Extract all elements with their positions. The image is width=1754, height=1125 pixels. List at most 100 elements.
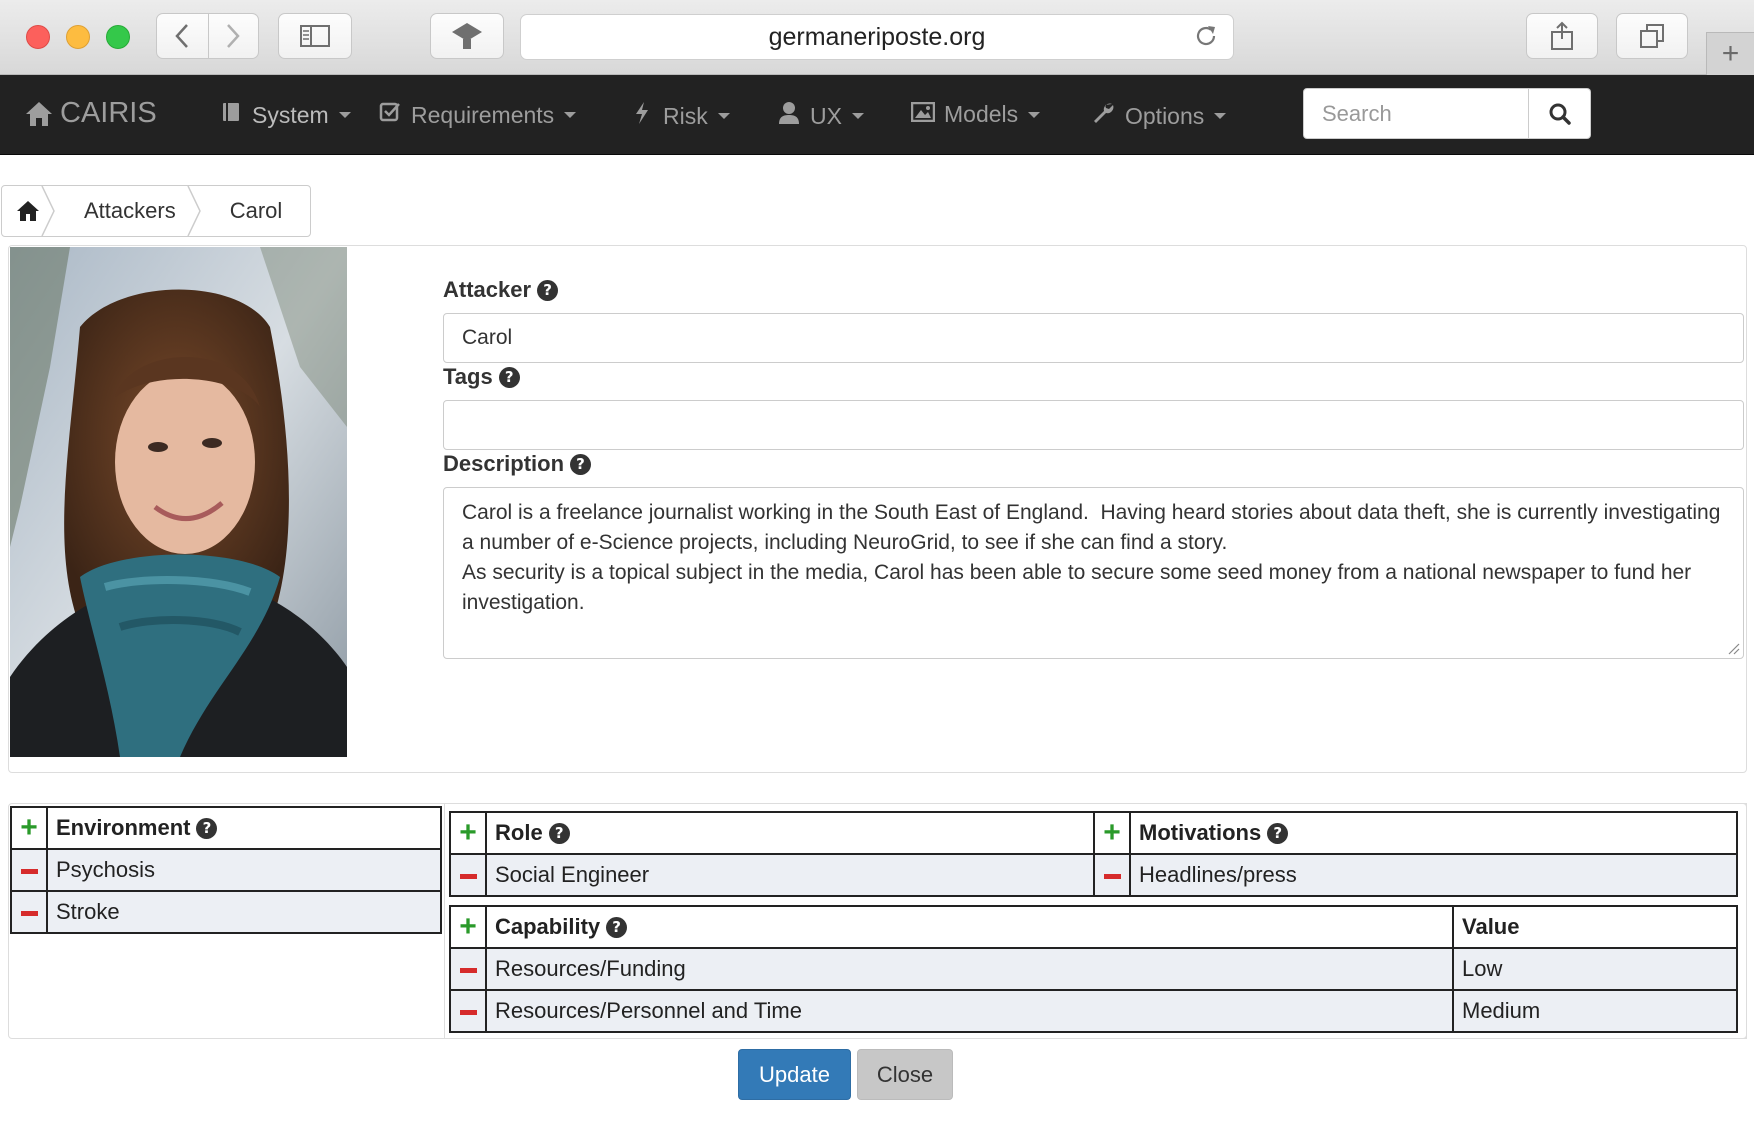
forward-button[interactable] bbox=[207, 14, 259, 58]
help-icon[interactable]: ? bbox=[537, 279, 559, 301]
sidebar-icon bbox=[300, 25, 330, 47]
chevron-down-icon bbox=[564, 112, 577, 118]
update-button[interactable]: Update bbox=[738, 1049, 851, 1100]
table-row[interactable]: Stroke bbox=[10, 890, 442, 934]
tabs-icon bbox=[1640, 24, 1664, 48]
extension-icon bbox=[452, 23, 482, 49]
resize-handle-icon[interactable] bbox=[1728, 643, 1740, 655]
attacker-photo[interactable] bbox=[10, 247, 347, 757]
help-icon[interactable]: ? bbox=[570, 453, 592, 475]
search-input[interactable] bbox=[1303, 88, 1529, 139]
add-motivation-button[interactable]: + bbox=[1093, 811, 1131, 855]
address-bar[interactable]: germaneriposte.org bbox=[520, 14, 1234, 60]
nav-options-label: Options bbox=[1125, 102, 1205, 129]
zoom-window-button[interactable] bbox=[106, 25, 130, 49]
search-icon bbox=[1549, 103, 1571, 125]
chevron-down-icon bbox=[1214, 113, 1227, 119]
breadcrumb-attackers-label: Attackers bbox=[84, 198, 176, 223]
minimize-window-button[interactable] bbox=[66, 25, 90, 49]
capability-table: + Capability? Value Resources/Funding Lo… bbox=[449, 905, 1738, 1033]
remove-capability-button[interactable] bbox=[449, 989, 487, 1033]
table-header: + Role? bbox=[449, 811, 1095, 855]
breadcrumb-attackers[interactable]: Attackers bbox=[54, 186, 201, 236]
motivations-table: + Motivations? Headlines/press bbox=[1093, 811, 1738, 897]
attacker-label: Attacker ? bbox=[443, 277, 559, 303]
role-header: Role? bbox=[485, 811, 1095, 855]
chevron-down-icon bbox=[1028, 111, 1041, 118]
table-row[interactable]: Headlines/press bbox=[1093, 853, 1738, 897]
tabs-overview-button[interactable] bbox=[1616, 13, 1688, 59]
nav-models-label: Models bbox=[944, 101, 1019, 127]
table-row[interactable]: Psychosis bbox=[10, 848, 442, 892]
attacker-name-input[interactable] bbox=[443, 313, 1744, 363]
add-capability-button[interactable]: + bbox=[449, 905, 487, 949]
environment-name[interactable]: Psychosis bbox=[46, 848, 442, 892]
remove-environment-button[interactable] bbox=[10, 890, 48, 934]
nav-risk[interactable]: Risk bbox=[629, 101, 730, 131]
share-button[interactable] bbox=[1526, 13, 1598, 59]
help-icon[interactable]: ? bbox=[1267, 822, 1289, 844]
back-button[interactable] bbox=[157, 14, 208, 58]
chevron-down-icon bbox=[717, 113, 730, 119]
chevron-down-icon bbox=[338, 112, 351, 118]
nav-models[interactable]: Models bbox=[910, 101, 1041, 128]
search-button[interactable] bbox=[1529, 88, 1591, 139]
close-window-button[interactable] bbox=[26, 25, 50, 49]
plus-icon: + bbox=[20, 811, 38, 844]
remove-role-button[interactable] bbox=[449, 853, 487, 897]
breadcrumb-home[interactable] bbox=[2, 186, 55, 236]
nav-requirements[interactable]: Requirements bbox=[377, 101, 577, 129]
description-textarea[interactable]: Carol is a freelance journalist working … bbox=[443, 487, 1744, 659]
nav-ux-label: UX bbox=[810, 102, 842, 129]
table-row[interactable]: Resources/Personnel and Time Medium bbox=[449, 989, 1738, 1033]
environment-table: + Environment? Psychosis Stroke bbox=[10, 806, 442, 934]
capability-name[interactable]: Resources/Personnel and Time bbox=[485, 989, 1454, 1033]
capability-value[interactable]: Medium bbox=[1452, 989, 1738, 1033]
extension-button[interactable] bbox=[430, 13, 504, 59]
environment-name[interactable]: Stroke bbox=[46, 890, 442, 934]
minus-icon bbox=[1103, 873, 1121, 879]
breadcrumb-current-label: Carol bbox=[229, 198, 283, 223]
table-header: + Environment? bbox=[10, 806, 442, 850]
back-icon bbox=[175, 24, 189, 48]
check-square-icon bbox=[377, 101, 403, 129]
help-icon[interactable]: ? bbox=[196, 817, 218, 839]
minus-icon bbox=[459, 967, 477, 973]
role-table: + Role? Social Engineer bbox=[449, 811, 1095, 897]
nav-requirements-label: Requirements bbox=[411, 101, 555, 128]
brand-link[interactable]: CAIRIS bbox=[24, 97, 157, 130]
nav-options[interactable]: Options bbox=[1091, 101, 1227, 131]
capability-name[interactable]: Resources/Funding bbox=[485, 947, 1454, 991]
capability-value[interactable]: Low bbox=[1452, 947, 1738, 991]
chevron-down-icon bbox=[851, 113, 864, 119]
sidebar-button[interactable] bbox=[278, 13, 352, 59]
nav-ux[interactable]: UX bbox=[776, 101, 864, 131]
app-navbar: CAIRIS System Requirements Risk UX Model… bbox=[0, 75, 1754, 155]
add-role-button[interactable]: + bbox=[449, 811, 487, 855]
table-row[interactable]: Resources/Funding Low bbox=[449, 947, 1738, 991]
help-icon[interactable]: ? bbox=[548, 822, 570, 844]
url-text: germaneriposte.org bbox=[768, 22, 986, 51]
description-label: Description ? bbox=[443, 451, 592, 477]
motivation-name[interactable]: Headlines/press bbox=[1129, 853, 1738, 897]
role-name[interactable]: Social Engineer bbox=[485, 853, 1095, 897]
tags-label-text: Tags bbox=[443, 364, 493, 389]
reload-icon[interactable] bbox=[1193, 23, 1219, 49]
new-tab-button[interactable]: + bbox=[1706, 32, 1754, 75]
table-header: + Capability? Value bbox=[449, 905, 1738, 949]
value-header: Value bbox=[1452, 905, 1738, 949]
remove-motivation-button[interactable] bbox=[1093, 853, 1131, 897]
add-environment-button[interactable]: + bbox=[10, 806, 48, 850]
close-button[interactable]: Close bbox=[857, 1049, 953, 1100]
remove-environment-button[interactable] bbox=[10, 848, 48, 892]
nav-system[interactable]: System bbox=[218, 101, 351, 129]
user-icon bbox=[776, 101, 802, 131]
plus-icon: + bbox=[459, 816, 477, 849]
share-icon bbox=[1551, 21, 1573, 50]
help-icon[interactable]: ? bbox=[498, 366, 520, 388]
forward-icon bbox=[227, 24, 240, 48]
help-icon[interactable]: ? bbox=[606, 916, 628, 938]
tags-input[interactable] bbox=[443, 400, 1744, 450]
remove-capability-button[interactable] bbox=[449, 947, 487, 991]
table-row[interactable]: Social Engineer bbox=[449, 853, 1095, 897]
